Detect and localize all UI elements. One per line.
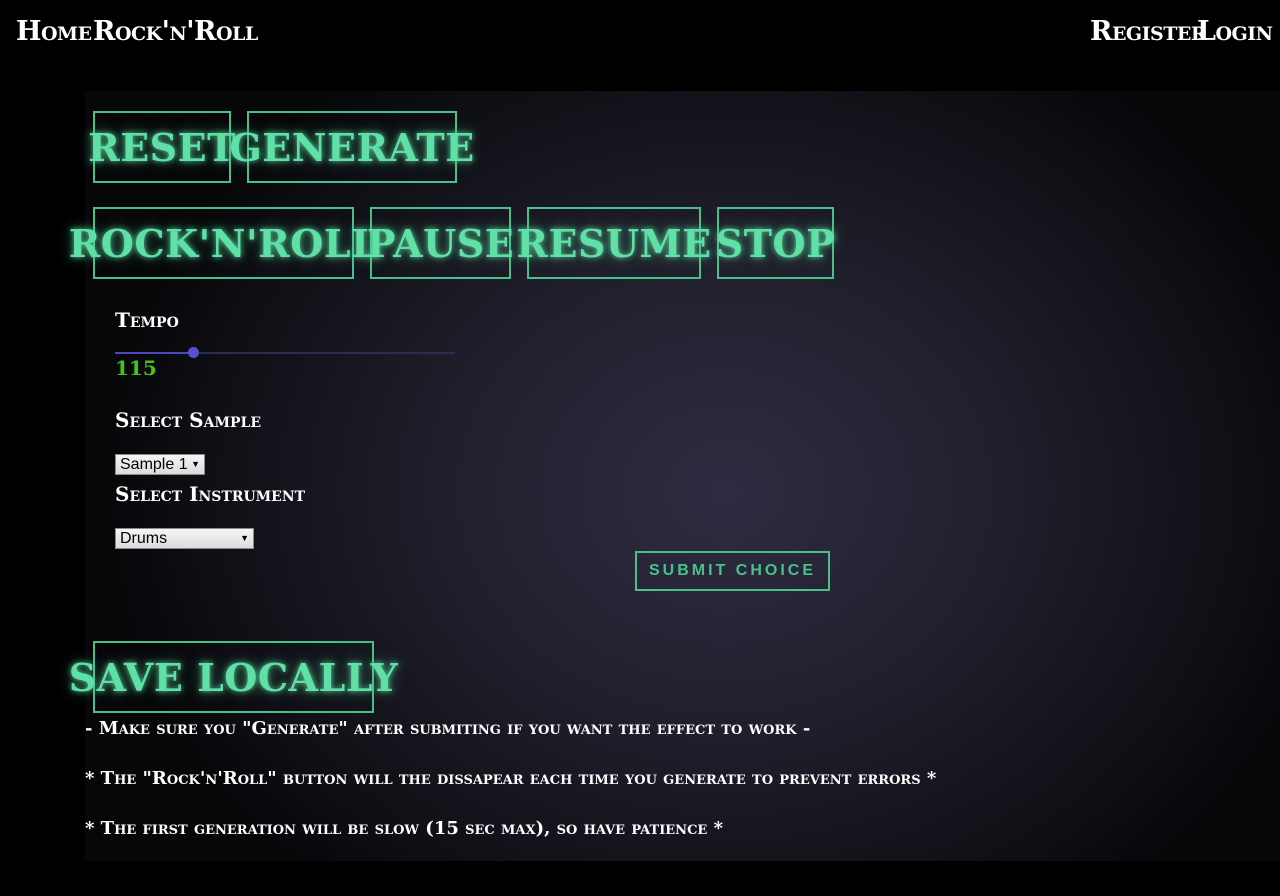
sample-select-value: Sample 1 [120, 456, 188, 473]
tempo-slider-fill [115, 352, 194, 354]
reset-button[interactable]: RESET [88, 111, 235, 183]
tempo-slider[interactable] [115, 346, 455, 360]
rocknroll-button[interactable]: ROCK'N'ROLL [69, 207, 378, 279]
nav-login-link[interactable]: Login [1197, 18, 1273, 45]
tempo-label: Tempo [115, 308, 179, 332]
dropdown-arrow-icon: ▼ [191, 459, 200, 469]
submit-choice-button[interactable]: SUBMIT CHOICE [635, 551, 830, 591]
instrument-select-value: Drums [120, 530, 168, 547]
tempo-slider-thumb[interactable] [188, 347, 200, 358]
select-instrument-label: Select Instrument [115, 482, 306, 506]
select-sample-label: Select Sample [115, 408, 261, 432]
stop-button[interactable]: STOP [716, 207, 835, 279]
tempo-value: 115 [115, 356, 157, 380]
resume-button[interactable]: RESUME [516, 207, 711, 279]
nav-home-link[interactable]: Home [16, 18, 92, 45]
top-nav: Home Rock'n'Roll Register Login [0, 0, 1280, 80]
generate-button[interactable]: GENERATE [229, 111, 474, 183]
save-locally-button[interactable]: SAVE LOCALLY [69, 641, 398, 713]
nav-register-link[interactable]: Register [1090, 18, 1207, 45]
dropdown-arrow-icon: ▼ [240, 533, 249, 543]
note-rocknroll: * The "Rock'n'Roll" button will the diss… [85, 768, 937, 789]
note-first-generation: * The first generation will be slow (15 … [85, 818, 724, 839]
pause-button[interactable]: PAUSE [367, 207, 514, 279]
sample-select[interactable]: Sample 1 ▼ [115, 454, 205, 475]
nav-rocknroll-link[interactable]: Rock'n'Roll [93, 18, 258, 45]
instrument-select[interactable]: Drums ▼ [115, 528, 254, 549]
note-generate: - Make sure you "Generate" after submiti… [85, 718, 811, 739]
